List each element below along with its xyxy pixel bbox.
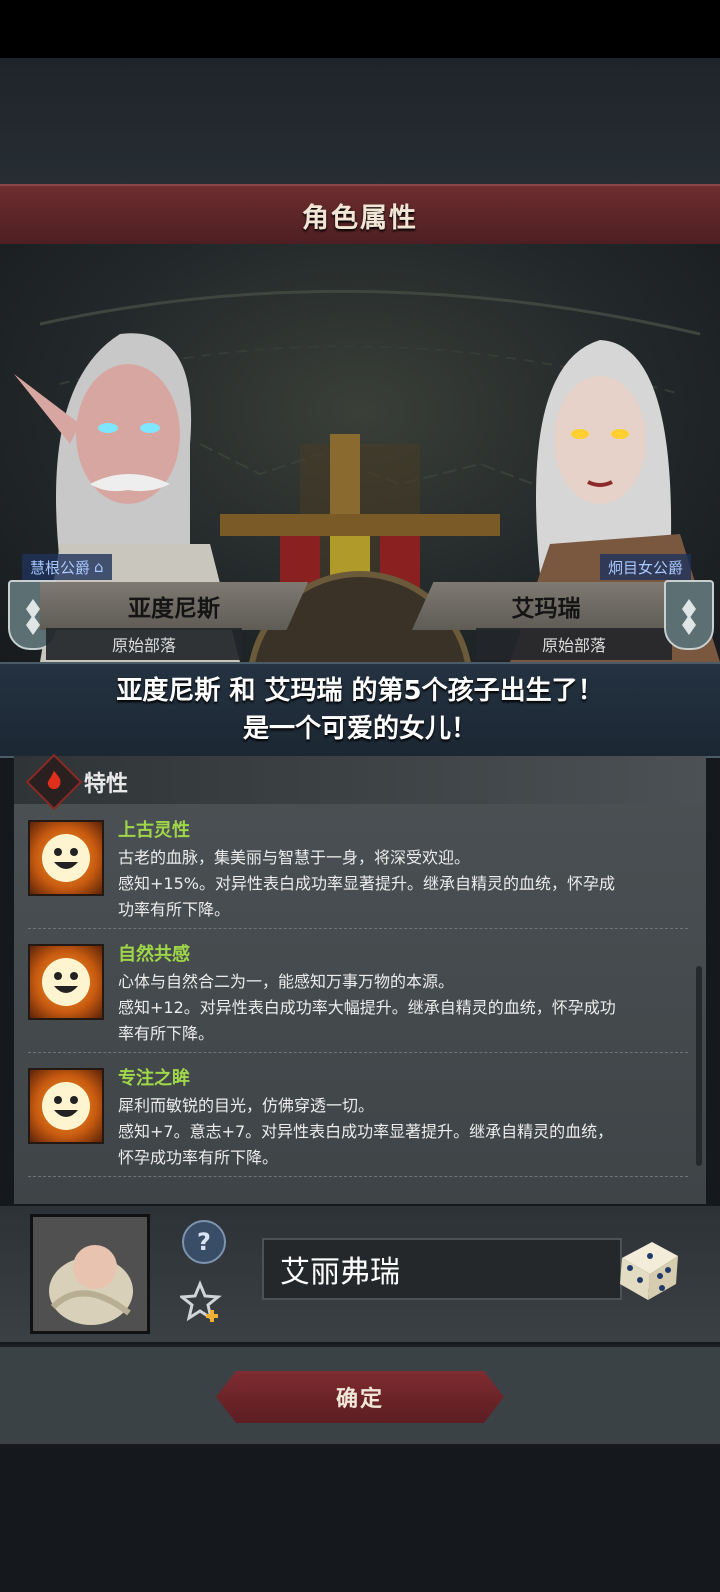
smiley-trait-icon (28, 1068, 104, 1144)
father-tribe-label: 原始部落 (111, 636, 176, 655)
bottom-bar: 确定 (0, 1344, 720, 1447)
trait-effect: 感知+12。对异性表白成功率大幅提升。继承自精灵的血统，怀孕成功 (118, 998, 616, 1017)
trait-description: 犀利而敏锐的目光，仿佛穿透一切。 (118, 1096, 375, 1115)
trait-name: 专注之眸 (118, 1068, 190, 1089)
smiley-trait-icon (28, 944, 104, 1020)
status-bar (0, 0, 720, 58)
star-plus-icon[interactable] (180, 1280, 224, 1324)
trait-name: 上古灵性 (118, 820, 190, 841)
trait-effect-cont: 怀孕成功率有所下降。 (118, 1148, 279, 1167)
father-title-tag: 慧根公爵 ⌂ (22, 554, 112, 580)
child-name-value: 艾丽弗瑞 (280, 1255, 400, 1290)
father-name-plate: 亚度尼斯 (40, 582, 308, 630)
father-title: 慧根公爵 (30, 558, 91, 577)
mother-name: 艾玛瑞 (511, 596, 581, 622)
announcement-line-2: 是一个可爱的女儿！ (242, 714, 477, 744)
trait-effect-cont: 功率有所下降。 (118, 900, 231, 919)
smiley-trait-icon (28, 820, 104, 896)
father-name: 亚度尼斯 (128, 596, 220, 622)
mother-tribe: 原始部落 (476, 628, 672, 660)
home-icon: ⌂ (94, 558, 104, 576)
trait-item[interactable]: 自然共感 心体与自然合二为一，能感知万事万物的本源。 感知+12。对异性表白成功… (28, 940, 688, 1053)
mother-title-tag: 炯目女公爵 (600, 554, 692, 580)
help-symbol: ? (197, 1228, 211, 1256)
child-portrait[interactable] (30, 1214, 150, 1334)
trait-effect: 感知+15%。对异性表白成功率显著提升。继承自精灵的血统，怀孕成 (118, 874, 615, 893)
mother-title: 炯目女公爵 (608, 558, 684, 577)
dice-icon[interactable] (612, 1234, 684, 1306)
mother-tribe-label: 原始部落 (541, 636, 606, 655)
announcement-line-1: 亚度尼斯 和 艾玛瑞 的第5个孩子出生了！ (116, 676, 604, 706)
trait-effect: 感知+7。意志+7。对异性表白成功率显著提升。继承自精灵的血统， (118, 1122, 614, 1141)
fire-icon (25, 753, 83, 811)
traits-scrollbar[interactable] (696, 966, 702, 1166)
background-footer (0, 1444, 720, 1592)
trait-description: 古老的血脉，集美丽与智慧于一身，将深受欢迎。 (118, 848, 471, 867)
naming-panel: ? 艾丽弗瑞 (0, 1206, 720, 1342)
birth-announcement: 亚度尼斯 和 艾玛瑞 的第5个孩子出生了！ 是一个可爱的女儿！ (0, 662, 720, 758)
help-icon[interactable]: ? (182, 1220, 226, 1264)
father-tribe: 原始部落 (46, 628, 242, 660)
child-name-field[interactable]: 艾丽弗瑞 (262, 1238, 622, 1300)
background-header (0, 58, 720, 184)
confirm-label: 确定 (335, 1387, 384, 1412)
trait-name: 自然共感 (118, 944, 190, 965)
traits-header-label: 特性 (84, 772, 129, 797)
trait-item[interactable]: 专注之眸 犀利而敏锐的目光，仿佛穿透一切。 感知+7。意志+7。对异性表白成功率… (28, 1064, 688, 1177)
trait-description: 心体与自然合二为一，能感知万事万物的本源。 (118, 972, 455, 991)
trait-item[interactable]: 上古灵性 古老的血脉，集美丽与智慧于一身，将深受欢迎。 感知+15%。对异性表白… (28, 816, 688, 929)
page-title: 角色属性 (302, 202, 418, 234)
confirm-button[interactable]: 确定 (216, 1371, 504, 1423)
mother-name-plate: 艾玛瑞 (412, 582, 680, 630)
traits-header: 特性 (14, 753, 706, 811)
traits-panel[interactable]: 特性 上古灵性 古老的血脉，集美丽与智慧于一身，将深受欢迎。 感知+15%。对异… (14, 753, 706, 1204)
title-banner: 角色属性 (0, 184, 720, 246)
trait-effect-cont: 率有所下降。 (118, 1024, 215, 1043)
house-shield-icon (664, 580, 714, 650)
